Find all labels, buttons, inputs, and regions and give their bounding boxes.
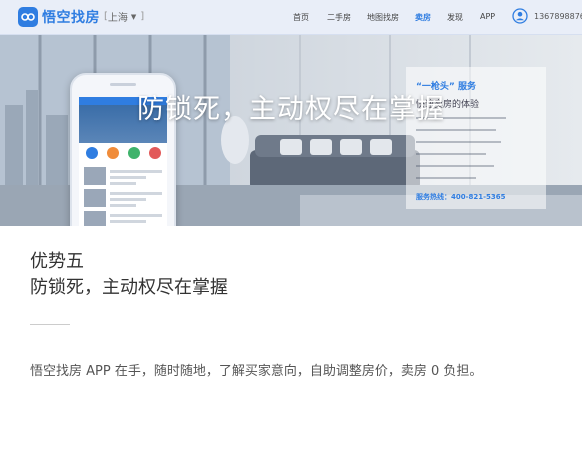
nav-home[interactable]: 首页: [293, 12, 309, 23]
advantage-description: 悟空找房 APP 在手，随时随地，了解买家意向，自助调整房价，卖房 0 负担。: [30, 364, 483, 379]
nav-second-hand[interactable]: 二手房: [327, 12, 351, 23]
user-icon[interactable]: [512, 8, 528, 24]
advantage-label: 优势五: [30, 251, 84, 272]
nav-discover[interactable]: 发现: [447, 12, 463, 23]
chevron-down-icon: ▼: [130, 12, 137, 21]
section-divider: [30, 324, 70, 325]
city-selector[interactable]: [ 上海 ▼ ]: [104, 9, 144, 24]
service-hotline: 服务热线：400-821-5365: [416, 193, 506, 201]
city-bracket-close: ]: [140, 11, 145, 22]
city-label: 上海: [107, 13, 128, 24]
nav-app[interactable]: APP: [480, 12, 495, 21]
brand-name: 悟空找房: [42, 10, 100, 26]
logo-icon: [18, 7, 38, 27]
top-header: 悟空找房 [ 上海 ▼ ] 首页 二手房 地图找房 卖房 发现 APP 1367…: [0, 0, 582, 35]
user-phone[interactable]: 13678988765: [534, 12, 582, 21]
brand-logo[interactable]: 悟空找房: [18, 7, 100, 27]
hero-banner: “一枪头” 服务 快速卖房的体验 服务热线：400-821-5365 防锁死，主…: [0, 35, 582, 226]
nav-map-search[interactable]: 地图找房: [367, 12, 399, 23]
nav-sell[interactable]: 卖房: [415, 12, 431, 23]
hero-title: 防锁死，主动权尽在掌握: [137, 94, 445, 125]
advantage-heading: 防锁死，主动权尽在掌握: [30, 277, 228, 298]
